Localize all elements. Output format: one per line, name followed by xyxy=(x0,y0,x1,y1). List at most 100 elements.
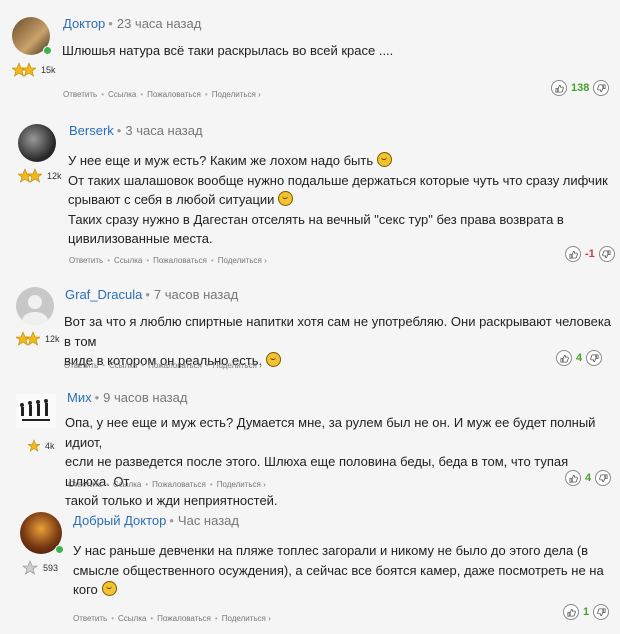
separator-dot: • xyxy=(146,256,150,265)
comment-line-text: кого xyxy=(73,582,98,597)
thumbs-up-icon[interactable] xyxy=(565,470,581,486)
comment-line: Вот за что я люблю спиртные напитки хотя… xyxy=(64,314,612,349)
author-link[interactable]: Доктор xyxy=(63,16,105,31)
vote-score: 138 xyxy=(571,82,590,94)
online-indicator xyxy=(43,46,52,55)
timestamp[interactable]: 7 часов назад xyxy=(154,287,238,302)
report-link[interactable]: Пожаловаться xyxy=(153,256,207,265)
avatar[interactable] xyxy=(16,394,56,428)
star-icon xyxy=(22,560,38,576)
comment-text: Шлюшья натура всё таки раскрылась во все… xyxy=(62,41,602,61)
link-link[interactable]: Ссылка xyxy=(109,361,137,370)
star-icon xyxy=(18,168,42,184)
comment-text: У нас раньше девченки на пляже топлес за… xyxy=(73,541,608,600)
thumbs-up-icon[interactable] xyxy=(565,246,581,262)
comment-line: Шлюшья натура всё таки раскрылась во все… xyxy=(62,43,394,58)
reply-link[interactable]: Ответить xyxy=(68,480,102,489)
share-link[interactable]: Поделиться › xyxy=(217,480,266,489)
timestamp[interactable]: Час назад xyxy=(178,513,239,528)
vote-box: 4 xyxy=(556,350,603,366)
rank-badge: 15k xyxy=(12,62,56,78)
comment-actions: Ответить • Ссылка • Пожаловаться • Поделиться … xyxy=(69,256,267,265)
comment-line: смысле общественного осуждения), а сейча… xyxy=(73,562,604,578)
thumbs-up-icon[interactable] xyxy=(563,604,579,620)
separator-dot: • xyxy=(116,123,122,138)
thumbs-down-icon[interactable] xyxy=(593,80,610,96)
thumbs-down-icon[interactable] xyxy=(598,246,615,262)
timestamp[interactable]: 9 часов назад xyxy=(103,390,187,405)
timestamp[interactable]: 23 часа назад xyxy=(117,16,201,31)
comment-header: Мих • 9 часов назад xyxy=(67,390,187,405)
separator-dot: • xyxy=(94,390,100,405)
separator-dot: • xyxy=(214,614,218,623)
comment-text: Опа, у нее еще и муж есть? Думается мне,… xyxy=(65,413,613,511)
comment-line-text: У нее еще и муж есть? Каким же лохом над… xyxy=(68,153,374,168)
comment-line-text: срывают с себя в любой ситуации xyxy=(68,192,275,207)
thumbs-down-icon[interactable] xyxy=(595,470,612,486)
share-link[interactable]: Поделиться › xyxy=(212,90,261,99)
separator-dot: • xyxy=(169,513,174,528)
reply-link[interactable]: Ответить xyxy=(73,614,107,623)
report-link[interactable]: Пожаловаться xyxy=(147,90,201,99)
thumbs-up-icon[interactable] xyxy=(556,350,572,366)
comment-actions: Ответить • Ссылка • Пожаловаться • Поделиться … xyxy=(68,480,266,489)
star-icon xyxy=(28,438,40,454)
rank-count: 15k xyxy=(41,65,56,75)
share-link[interactable]: Поделиться › xyxy=(213,361,262,370)
share-link[interactable]: Поделиться › xyxy=(218,256,267,265)
rank-count: 4k xyxy=(45,441,55,451)
separator-dot: • xyxy=(209,480,213,489)
link-link[interactable]: Ссылка xyxy=(118,614,146,623)
comment-actions: Ответить • Ссылка • Пожаловаться • Поделиться … xyxy=(64,361,262,370)
share-link[interactable]: Поделиться › xyxy=(222,614,271,623)
comment-line: Опа, у нее еще и муж есть? Думается мне,… xyxy=(65,415,596,450)
thumbs-down-icon[interactable] xyxy=(593,604,610,620)
timestamp[interactable]: 3 часа назад xyxy=(125,123,202,138)
vote-score: 1 xyxy=(583,606,590,618)
rank-count: 12k xyxy=(47,171,62,181)
vote-score: 4 xyxy=(585,472,592,484)
link-link[interactable]: Ссылка xyxy=(113,480,141,489)
thumbs-up-icon[interactable] xyxy=(551,80,567,96)
author-link[interactable]: Добрый Доктор xyxy=(73,513,166,528)
smiley-icon xyxy=(101,581,117,596)
evolution-avatar-icon xyxy=(20,399,50,421)
reply-link[interactable]: Ответить xyxy=(63,90,97,99)
author-link[interactable]: Graf_Dracula xyxy=(65,287,142,302)
comment-header: Добрый Доктор • Час назад xyxy=(73,513,239,528)
avatar[interactable] xyxy=(16,287,54,325)
separator-dot: • xyxy=(106,480,110,489)
link-link[interactable]: Ссылка xyxy=(114,256,142,265)
reply-link[interactable]: Ответить xyxy=(64,361,98,370)
avatar[interactable] xyxy=(18,124,56,162)
comment-line: У нее еще и муж есть? Каким же лохом над… xyxy=(68,151,613,171)
comment-line: У нас раньше девченки на пляже топлес за… xyxy=(73,543,589,558)
separator-dot: • xyxy=(108,16,113,31)
report-link[interactable]: Пожаловаться xyxy=(148,361,202,370)
separator-dot: • xyxy=(150,614,154,623)
star-icon xyxy=(16,331,40,347)
report-link[interactable]: Пожаловаться xyxy=(152,480,206,489)
comment-line: цивилизованные места. xyxy=(68,231,213,246)
separator-dot: • xyxy=(101,90,105,99)
rank-badge: 12k xyxy=(16,331,60,347)
report-link[interactable]: Пожаловаться xyxy=(157,614,211,623)
rank-badge: 593 xyxy=(22,560,58,576)
link-link[interactable]: Ссылка xyxy=(108,90,136,99)
comment-line: такой только и жди неприятностей. xyxy=(65,493,278,508)
comment-line: кого xyxy=(73,580,608,600)
thumbs-down-icon[interactable] xyxy=(586,350,603,366)
author-link[interactable]: Berserk xyxy=(69,123,114,138)
comment-header: Graf_Dracula • 7 часов назад xyxy=(65,287,238,302)
separator-dot: • xyxy=(205,361,209,370)
vote-box: 4 xyxy=(565,470,612,486)
default-avatar-icon xyxy=(22,295,48,325)
separator-dot: • xyxy=(111,614,115,623)
reply-link[interactable]: Ответить xyxy=(69,256,103,265)
vote-score: 4 xyxy=(576,352,583,364)
separator-dot: • xyxy=(210,256,214,265)
comment-header: Доктор • 23 часа назад xyxy=(63,16,201,31)
smiley-icon xyxy=(266,352,282,367)
comment-line: срывают с себя в любой ситуации xyxy=(68,190,613,210)
author-link[interactable]: Мих xyxy=(67,390,92,405)
